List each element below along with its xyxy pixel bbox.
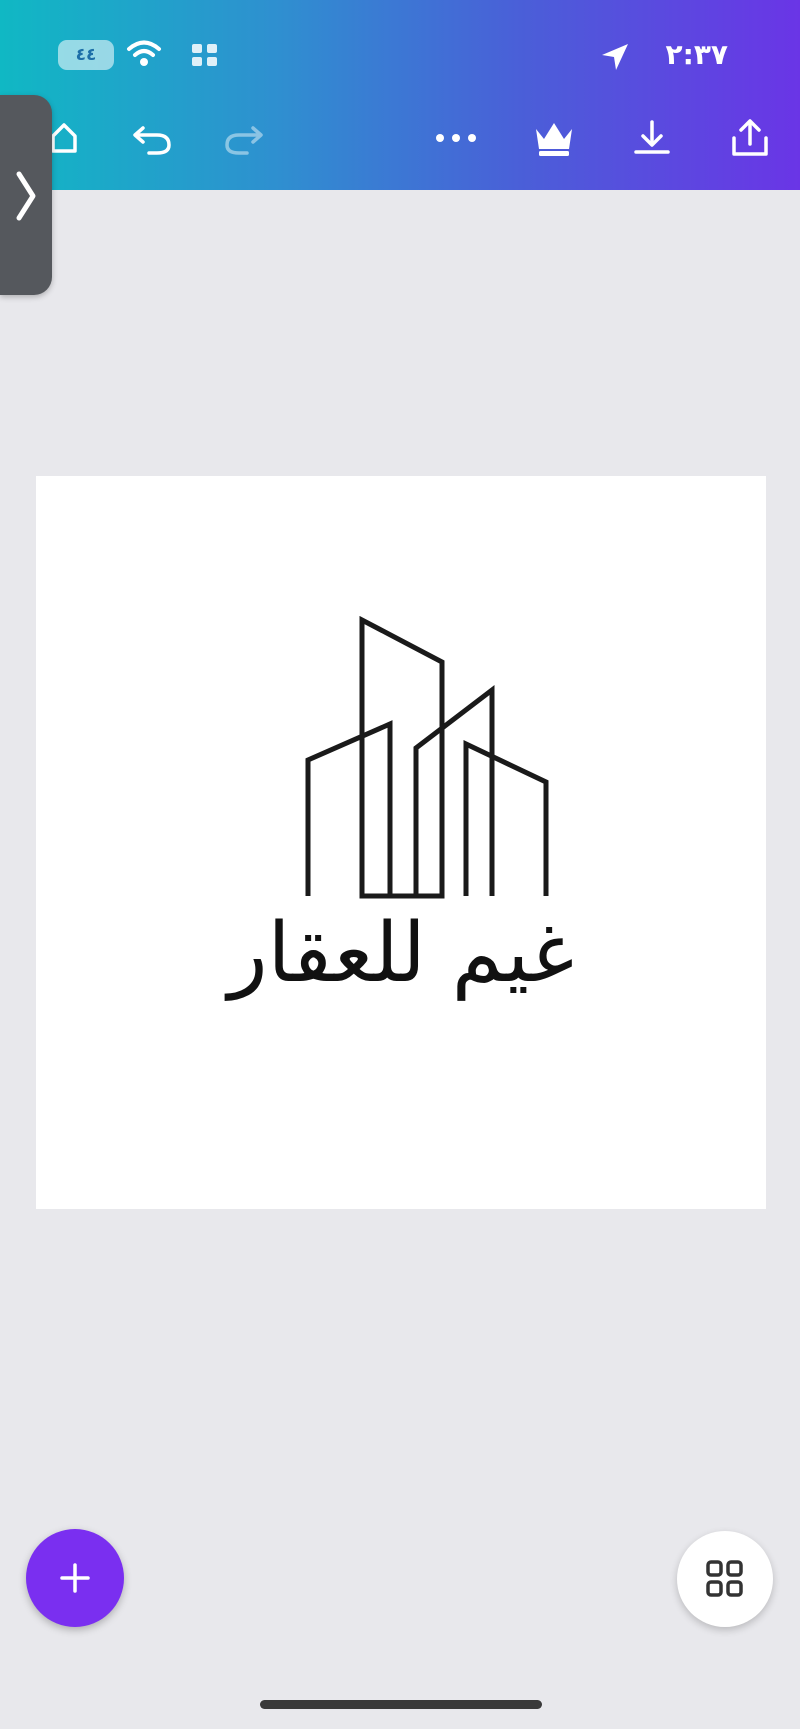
chevron-right-icon [16, 171, 36, 221]
wifi-icon [127, 40, 161, 66]
share-icon [732, 119, 768, 156]
redo-button[interactable] [220, 114, 268, 162]
more-button[interactable] [432, 114, 480, 162]
grid-icon [706, 1560, 743, 1597]
redo-icon [225, 126, 263, 155]
design-canvas[interactable]: غيم للعقار [36, 476, 766, 1209]
editor-toolbar [0, 98, 800, 178]
undo-button[interactable] [128, 114, 176, 162]
plus-icon [60, 1563, 90, 1593]
home-icon [51, 123, 77, 153]
status-bar: ٤٤ ٢:٣٧ [0, 28, 800, 84]
buildings-logo [305, 616, 549, 899]
share-button[interactable] [726, 114, 774, 162]
download-button[interactable] [628, 114, 676, 162]
premium-button[interactable] [530, 114, 578, 162]
add-button[interactable] [26, 1529, 124, 1627]
dual-sim-icon [192, 44, 217, 66]
crown-icon [536, 123, 572, 156]
location-arrow-icon [602, 44, 628, 70]
download-icon [634, 120, 670, 154]
pages-button[interactable] [677, 1531, 773, 1627]
more-icon [436, 134, 476, 142]
side-panel-handle[interactable] [0, 95, 52, 295]
home-indicator [260, 1700, 542, 1709]
undo-icon [133, 126, 171, 155]
status-time: ٢:٣٧ [665, 38, 728, 71]
editor-top-bar: ٤٤ ٢:٣٧ [0, 0, 800, 190]
logo-text: غيم للعقار [227, 906, 575, 1001]
battery-badge: ٤٤ [58, 40, 114, 70]
